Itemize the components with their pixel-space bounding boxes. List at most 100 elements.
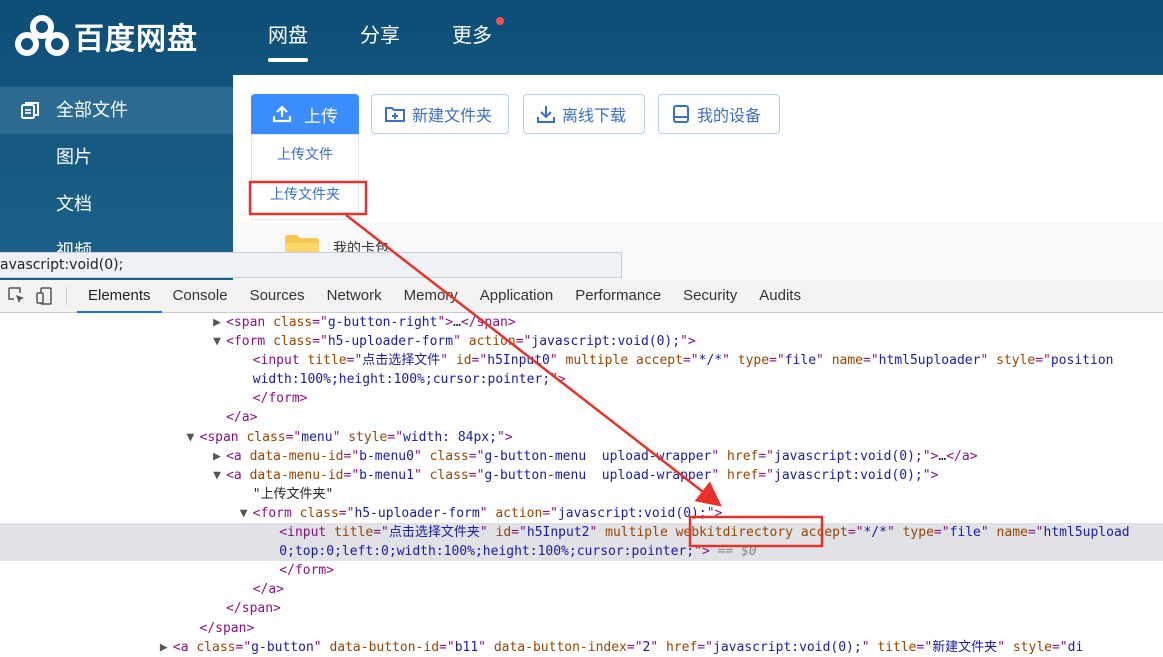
- tab-performance[interactable]: Performance: [564, 280, 672, 312]
- files-icon: [21, 102, 39, 119]
- code-token: <a: [226, 467, 250, 483]
- code-token: title: [877, 639, 917, 655]
- logo-text: 百度网盘: [74, 22, 198, 57]
- code-token: javascript:void(0);: [557, 505, 707, 521]
- tab-console[interactable]: Console: [162, 280, 239, 312]
- tab-audits[interactable]: Audits: [748, 280, 812, 312]
- code-token: =": [439, 639, 455, 655]
- code-token: class: [429, 467, 469, 483]
- code-token: <span: [199, 429, 247, 445]
- code-token: ": [980, 525, 997, 541]
- code-token: ": [722, 353, 738, 369]
- dom-node-line[interactable]: ▼ <form class="h5-uploader-form" action="…: [0, 504, 1163, 523]
- upload-folder-menu-item[interactable]: 上传文件夹: [252, 175, 358, 215]
- upload-icon: [272, 105, 292, 123]
- tab-sources[interactable]: Sources: [239, 280, 316, 312]
- my-devices-label: 我的设备: [697, 106, 762, 125]
- dom-tree[interactable]: ▶ <span class="g-button-right">…</span> ▼ <…: [0, 313, 1163, 655]
- sidebar-item-images[interactable]: 图片: [0, 134, 233, 181]
- collapse-triangle-icon[interactable]: ▼: [187, 428, 200, 447]
- tab-memory[interactable]: Memory: [393, 280, 469, 312]
- code-token: =": [511, 525, 527, 541]
- tab-network[interactable]: Network: [316, 280, 393, 312]
- expand-triangle-icon[interactable]: ▶: [213, 447, 226, 466]
- sidebar-item-all-files[interactable]: 全部文件: [0, 87, 233, 134]
- collapse-triangle-icon[interactable]: ▼: [240, 504, 253, 523]
- upload-button-label: 上传: [304, 106, 338, 127]
- divider: [66, 287, 67, 305]
- dom-node-line[interactable]: ▶ <a data-menu-id="b-menu0" class="g-butt…: [0, 447, 1163, 466]
- expand-triangle-icon[interactable]: ▶: [213, 313, 226, 332]
- dom-node-line[interactable]: </a>: [0, 408, 1163, 427]
- dom-node-line[interactable]: ▶ <a class="g-button" data-button-id="b11…: [0, 638, 1163, 657]
- code-token: =": [682, 353, 699, 369]
- logo[interactable]: 百度网盘: [14, 14, 198, 58]
- collapse-triangle-icon[interactable]: ▼: [213, 466, 226, 485]
- code-token: ": [711, 467, 728, 483]
- upload-button[interactable]: 上传: [251, 94, 359, 134]
- code-token: file: [949, 525, 981, 541]
- new-folder-button[interactable]: 新建文件夹: [371, 94, 509, 134]
- code-token: =": [697, 639, 713, 655]
- device-toolbar-icon[interactable]: [34, 285, 56, 307]
- code-token: javascript:void(0);: [774, 467, 923, 483]
- collapse-triangle-icon[interactable]: ▼: [213, 332, 226, 351]
- tab-security[interactable]: Security: [672, 280, 748, 312]
- dom-node-line[interactable]: ▼ <a data-menu-id="b-menu1" class="g-butt…: [0, 466, 1163, 485]
- inspect-element-icon[interactable]: [6, 285, 28, 307]
- dom-node-line[interactable]: ▼ <span class="menu" style="width: 84px;"…: [0, 428, 1163, 447]
- code-token: type: [737, 353, 770, 369]
- dom-node-line[interactable]: </form>: [0, 561, 1163, 580]
- code-token: ": [413, 448, 430, 464]
- sidebar-item-documents[interactable]: 文档: [0, 181, 233, 228]
- code-token: style: [1012, 639, 1052, 655]
- dom-node-line[interactable]: </span>: [0, 599, 1163, 618]
- dom-node-line[interactable]: "上传文件夹": [0, 485, 1163, 504]
- dom-node-line[interactable]: </form>: [0, 389, 1163, 408]
- tab-share[interactable]: 分享: [360, 0, 400, 72]
- code-token: ": [997, 639, 1013, 655]
- code-token: </a>: [252, 582, 284, 598]
- code-token: ": [650, 639, 667, 655]
- code-token: =": [373, 525, 389, 541]
- upload-dropdown-menu: 上传文件 上传文件夹: [251, 134, 359, 220]
- code-token: h5Input0: [487, 353, 550, 369]
- dom-node-line[interactable]: ▶ <span class="g-button-right">…</span>: [0, 313, 1163, 332]
- code-token: ": [549, 353, 566, 369]
- tab-application[interactable]: Application: [469, 280, 564, 312]
- dom-node-line[interactable]: <input title="点击选择文件" id="h5Input0" mult…: [0, 351, 1163, 370]
- code-token: type: [902, 525, 934, 541]
- code-token: ": [479, 525, 496, 541]
- code-token: b-menu0: [359, 448, 414, 464]
- code-token: <span: [226, 315, 274, 330]
- status-bar-url: avascript:void(0);: [0, 257, 124, 273]
- dom-node-line[interactable]: ▼ <form class="h5-uploader-form" action="…: [0, 332, 1163, 351]
- code-token: <a: [172, 639, 197, 655]
- dom-node-line[interactable]: </span>: [0, 619, 1163, 638]
- code-token: =": [338, 505, 355, 521]
- code-token: =": [933, 525, 950, 541]
- code-token: width: 84px;: [403, 429, 497, 445]
- dom-node-line[interactable]: <input title="点击选择文件夹" id="h5Input2" mul…: [0, 523, 1163, 543]
- tab-netdisk[interactable]: 网盘: [268, 0, 308, 72]
- code-token: ": [479, 505, 496, 521]
- code-token: position: [1050, 353, 1114, 369]
- tab-elements[interactable]: Elements: [77, 280, 162, 313]
- my-devices-button[interactable]: 我的设备: [658, 94, 780, 134]
- code-token: javascript:void(0);: [774, 448, 923, 464]
- offline-download-button[interactable]: 离线下载: [523, 94, 645, 134]
- tab-more[interactable]: 更多: [452, 0, 504, 72]
- expand-triangle-icon[interactable]: ▶: [160, 638, 173, 657]
- dom-node-line[interactable]: </a>: [0, 580, 1163, 599]
- code-token: ": [886, 525, 903, 541]
- dom-node-line[interactable]: width:100%;height:100%;cursor:pointer;">: [0, 370, 1163, 389]
- code-token: h5-uploader-form: [327, 334, 454, 350]
- upload-file-menu-item[interactable]: 上传文件: [252, 135, 358, 175]
- code-token: ": [453, 334, 469, 350]
- dom-node-line[interactable]: 0;top:0;left:0;width:100%;height:100%;cu…: [0, 542, 1163, 562]
- code-token: 新建文件夹: [932, 639, 998, 655]
- code-token: class: [196, 639, 236, 655]
- code-token: =": [387, 429, 404, 445]
- code-token: style: [348, 429, 388, 445]
- code-token: ": [711, 448, 728, 464]
